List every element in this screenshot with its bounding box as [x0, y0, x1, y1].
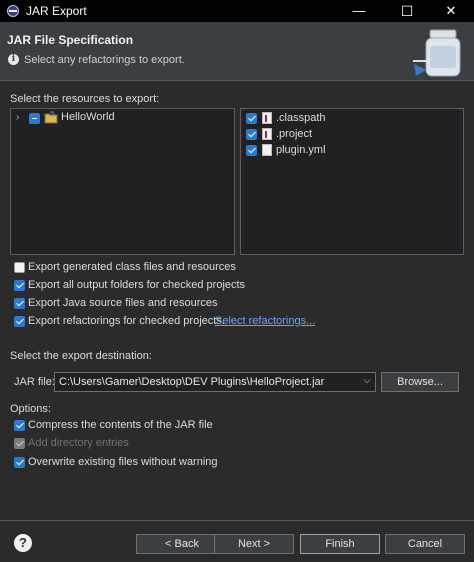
page-subtitle: Select any refactorings to export. — [24, 54, 185, 66]
cancel-button[interactable]: Cancel — [385, 534, 465, 554]
help-icon[interactable]: ? — [14, 534, 32, 552]
eclipse-icon — [7, 5, 19, 17]
compress-label[interactable]: Compress the contents of the JAR file — [28, 419, 213, 431]
export-class-files-checkbox[interactable] — [14, 262, 25, 273]
jar-icon — [413, 29, 461, 77]
next-button[interactable]: Next > — [214, 534, 294, 554]
info-icon: i — [8, 54, 19, 65]
title-bar: JAR Export — ☐ ✕ — [0, 0, 474, 22]
window-title: JAR Export — [26, 4, 87, 18]
options-label: Options: — [10, 403, 51, 415]
export-output-folders-checkbox[interactable] — [14, 280, 25, 291]
project-folder-icon — [44, 111, 58, 124]
export-java-source-checkbox[interactable] — [14, 298, 25, 309]
overwrite-label[interactable]: Overwrite existing files without warning — [28, 456, 218, 468]
compress-checkbox[interactable] — [14, 420, 25, 431]
file-item-project[interactable]: .project — [276, 128, 312, 140]
classpath-file-icon — [262, 112, 272, 124]
browse-button[interactable]: Browse... — [381, 372, 459, 392]
export-class-files-label[interactable]: Export generated class files and resourc… — [28, 261, 236, 273]
helloworld-checkbox[interactable] — [29, 113, 40, 124]
file-list[interactable]: .classpath .project plugin.yml — [240, 108, 464, 255]
classpath-checkbox[interactable] — [246, 113, 257, 124]
resources-label: Select the resources to export: — [10, 93, 160, 105]
add-directory-entries-checkbox — [14, 438, 25, 449]
button-bar-separator — [0, 520, 474, 521]
file-item-plugin-yml[interactable]: plugin.yml — [276, 144, 326, 156]
project-file-icon — [262, 128, 272, 140]
export-refactorings-checkbox[interactable] — [14, 316, 25, 327]
select-refactorings-link[interactable]: Select refactorings... — [215, 315, 315, 327]
banner-separator — [0, 80, 474, 81]
jar-file-combo[interactable]: C:\Users\Gamer\Desktop\DEV Plugins\Hello… — [54, 372, 376, 392]
close-button[interactable]: ✕ — [428, 0, 474, 22]
export-java-source-label[interactable]: Export Java source files and resources — [28, 297, 218, 309]
finish-button[interactable]: Finish — [300, 534, 380, 554]
wizard-banner: JAR File Specification i Select any refa… — [0, 22, 474, 80]
export-output-folders-label[interactable]: Export all output folders for checked pr… — [28, 279, 245, 291]
project-tree[interactable]: › HelloWorld — [10, 108, 235, 255]
plugin-yml-file-icon — [262, 144, 272, 156]
file-item-classpath[interactable]: .classpath — [276, 112, 326, 124]
jar-file-path[interactable]: C:\Users\Gamer\Desktop\DEV Plugins\Hello… — [59, 376, 324, 388]
minimize-button[interactable]: — — [336, 0, 382, 22]
overwrite-checkbox[interactable] — [14, 457, 25, 468]
chevron-down-icon[interactable]: ⌵ — [363, 375, 371, 386]
jar-file-label: JAR file: — [14, 376, 55, 388]
project-checkbox[interactable] — [246, 129, 257, 140]
maximize-button[interactable]: ☐ — [384, 0, 430, 22]
page-title: JAR File Specification — [7, 33, 134, 47]
export-refactorings-label[interactable]: Export refactorings for checked projects… — [28, 315, 225, 327]
destination-label: Select the export destination: — [10, 350, 152, 362]
tree-item-helloworld[interactable]: HelloWorld — [61, 111, 115, 123]
expand-chevron-icon[interactable]: › — [16, 112, 19, 123]
plugin-yml-checkbox[interactable] — [246, 145, 257, 156]
add-directory-entries-label: Add directory entries — [28, 437, 129, 449]
